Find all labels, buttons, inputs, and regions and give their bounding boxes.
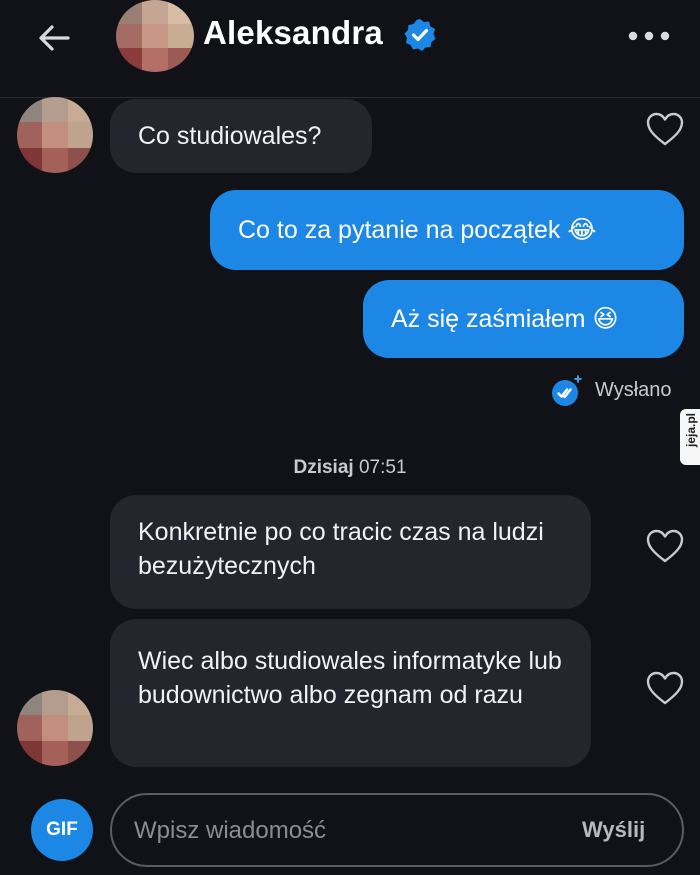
- sent-status-label: Wysłano: [595, 379, 672, 401]
- contact-avatar[interactable]: [17, 690, 93, 766]
- contact-name[interactable]: Aleksandra: [203, 14, 383, 52]
- sent-status-icon: [552, 375, 582, 406]
- message-text: Konkretnie po co tracic czas na ludzi be…: [138, 518, 544, 580]
- send-button[interactable]: Wyślij: [582, 817, 645, 843]
- message-text: Wiec albo studiowales informatyke lub bu…: [138, 647, 562, 709]
- contact-avatar[interactable]: [17, 97, 93, 173]
- chat-header: Aleksandra: [0, 0, 700, 98]
- date-divider: Dzisiaj 07:51: [0, 457, 700, 479]
- message-input[interactable]: [134, 813, 554, 849]
- outgoing-message[interactable]: Aż się zaśmiałem 😆: [363, 280, 684, 358]
- contact-avatar[interactable]: [116, 0, 194, 72]
- verified-badge-icon: [404, 19, 436, 51]
- gif-button[interactable]: GIF: [31, 799, 93, 861]
- message-text: Co studiowales?: [138, 122, 322, 150]
- arrow-left-icon[interactable]: [34, 18, 74, 58]
- date-divider-time: 07:51: [358, 457, 407, 478]
- message-text: Aż się zaśmiałem 😆: [391, 305, 619, 333]
- incoming-message[interactable]: Co studiowales?: [110, 99, 372, 173]
- message-composer: Wyślij: [110, 793, 684, 867]
- heart-icon[interactable]: [645, 670, 685, 706]
- message-text: Co to za pytanie na początek 😂: [238, 216, 597, 244]
- incoming-message[interactable]: Konkretnie po co tracic czas na ludzi be…: [110, 495, 591, 609]
- heart-icon[interactable]: [645, 111, 685, 147]
- heart-icon[interactable]: [645, 528, 685, 564]
- incoming-message[interactable]: Wiec albo studiowales informatyke lub bu…: [110, 619, 591, 767]
- outgoing-message[interactable]: Co to za pytanie na początek 😂: [210, 190, 684, 270]
- date-divider-day: Dzisiaj: [293, 457, 354, 478]
- more-dots-icon[interactable]: [626, 24, 672, 48]
- watermark-text: jeja.pl: [684, 412, 699, 448]
